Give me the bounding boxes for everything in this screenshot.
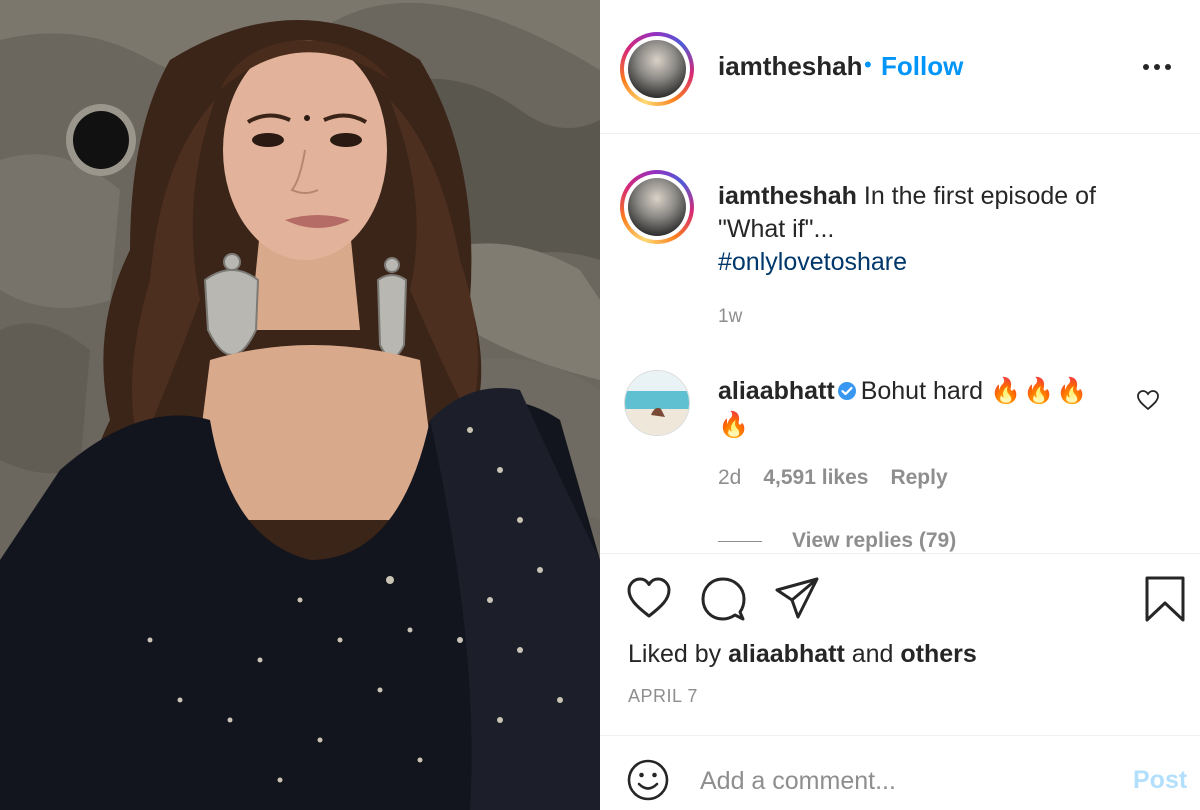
liked-by-summary: Liked by aliaabhatt and others — [628, 640, 977, 669]
comment-icon[interactable] — [700, 576, 746, 622]
author-avatar-image — [628, 40, 686, 98]
actions-divider — [600, 553, 1200, 554]
follow-separator: • — [864, 52, 872, 77]
comment-meta: 2d 4,591 likes Reply — [718, 466, 948, 490]
post-date[interactable]: APRIL 7 — [628, 686, 698, 707]
author-avatar[interactable] — [620, 32, 694, 106]
caption-timestamp[interactable]: 1w — [718, 306, 742, 328]
liked-by-prefix: Liked by — [628, 640, 722, 668]
follow-button[interactable]: Follow — [881, 51, 963, 82]
caption-hashtag[interactable]: #onlylovetoshare — [718, 248, 907, 276]
caption-avatar[interactable] — [620, 170, 694, 244]
liked-by-others[interactable]: others — [900, 640, 976, 668]
add-comment-input[interactable] — [700, 760, 1100, 802]
post-comment-button[interactable]: Post — [1133, 766, 1187, 795]
caption: iamtheshah In the first episode of "What… — [718, 180, 1138, 279]
caption-username[interactable]: iamtheshah — [718, 182, 857, 210]
liked-by-user[interactable]: aliaabhatt — [728, 640, 845, 668]
comment-like-heart-icon[interactable] — [1136, 389, 1160, 411]
view-replies-line — [718, 540, 762, 542]
commenter-avatar-image — [625, 371, 689, 435]
comment-reply-button[interactable]: Reply — [890, 466, 947, 490]
share-icon[interactable] — [774, 576, 820, 620]
comment-likes-count[interactable]: 4,591 likes — [763, 466, 868, 490]
bookmark-icon[interactable] — [1144, 575, 1186, 623]
comment-text: Bohut hard — [860, 377, 984, 405]
comment: aliaabhatt Bohut hard 🔥🔥🔥🔥 — [718, 374, 1108, 442]
author-username[interactable]: iamtheshah — [718, 51, 863, 82]
commenter-avatar[interactable] — [624, 370, 690, 436]
heart-icon[interactable] — [626, 576, 672, 620]
post-details-panel: iamtheshah • Follow iamtheshah In the fi… — [600, 0, 1200, 810]
comment-timestamp[interactable]: 2d — [718, 466, 741, 490]
more-options-icon[interactable] — [1135, 52, 1179, 82]
view-replies-button[interactable]: View replies (79) — [718, 528, 956, 554]
header-divider — [600, 133, 1200, 134]
post-photo-illustration — [0, 0, 600, 810]
view-replies-label: View replies (79) — [792, 529, 957, 552]
verified-badge-icon — [837, 382, 856, 400]
caption-avatar-image — [628, 178, 686, 236]
commenter-username[interactable]: aliaabhatt — [718, 377, 835, 405]
emoji-picker-icon[interactable] — [626, 758, 670, 802]
comment-box-divider — [600, 735, 1200, 736]
liked-by-and: and — [851, 640, 894, 668]
post-image[interactable] — [0, 0, 600, 810]
